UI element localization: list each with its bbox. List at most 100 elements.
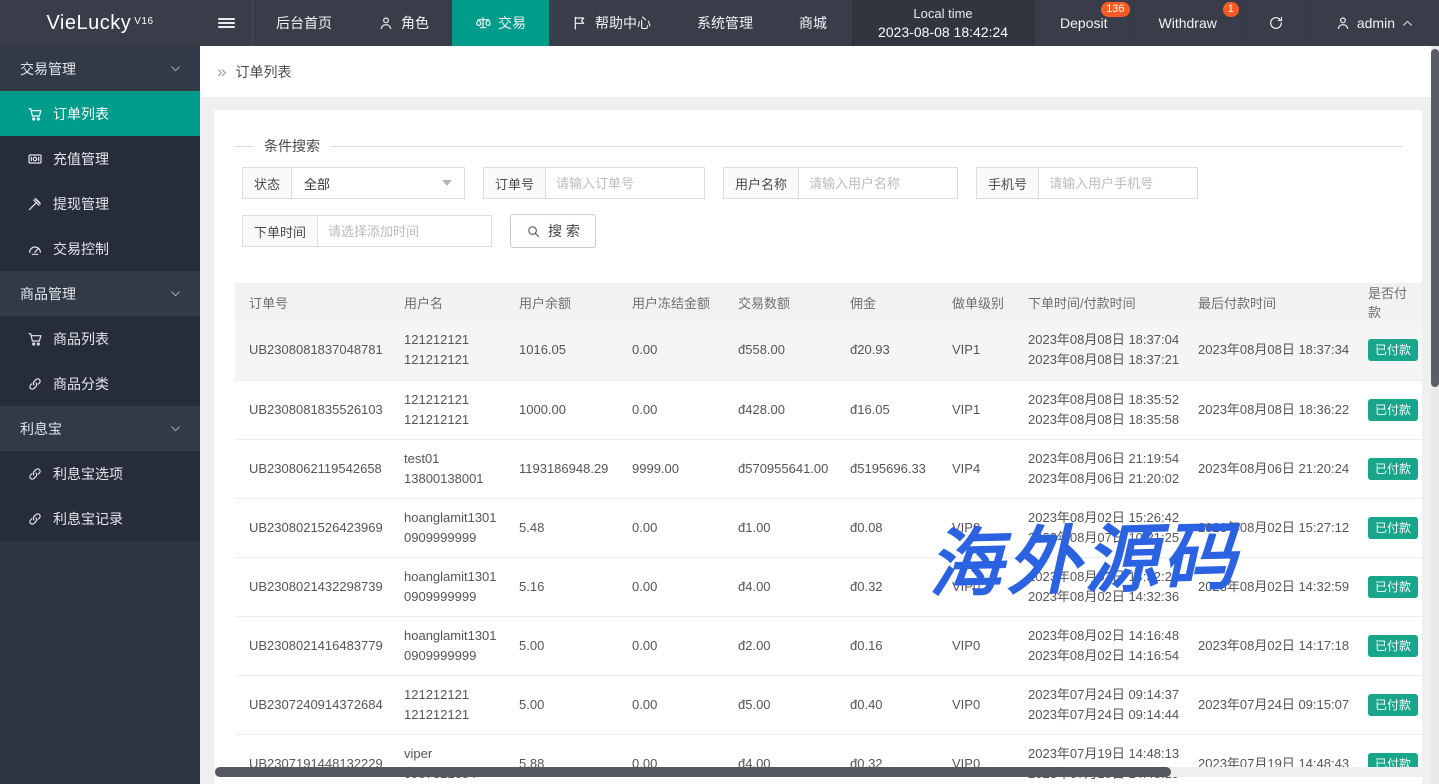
chevron-up-icon <box>1401 17 1414 30</box>
nav-item-label: 系统管理 <box>697 13 753 33</box>
cell-username: hoanglamit1301 0909999999 <box>390 616 505 675</box>
sidebar-item[interactable]: 提现管理 <box>0 181 200 226</box>
cell-frozen: 0.00 <box>618 498 724 557</box>
sidebar-item[interactable]: 商品管理 <box>0 271 200 316</box>
sidebar-item[interactable]: 商品分类 <box>0 361 200 406</box>
table-row: UB2308021416483779 hoanglamit1301 090999… <box>235 616 1422 675</box>
sidebar-item-icon <box>27 376 43 392</box>
table-body: UB2308081837048781 121212121 121212121 1… <box>235 321 1422 784</box>
cell-amount: đ558.00 <box>724 321 836 380</box>
withdraw-button[interactable]: Withdraw 1 <box>1133 0 1242 46</box>
cell-commission: đ0.40 <box>836 675 938 734</box>
horizontal-scrollbar-thumb[interactable] <box>215 767 1171 777</box>
status-selected-value: 全部 <box>304 174 330 193</box>
deposit-label: Deposit <box>1060 15 1107 31</box>
cell-vip-level: VIP0 <box>938 498 1014 557</box>
cell-order-no: UB2308062119542658 <box>235 439 390 498</box>
cell-vip-level: VIP1 <box>938 321 1014 380</box>
pay-time-line: 2023年08月08日 18:37:21 <box>1028 350 1180 370</box>
cell-pay-status: 已付款 <box>1354 675 1422 734</box>
table-row: UB2308021432298739 hoanglamit1301 090999… <box>235 557 1422 616</box>
cell-username: 121212121 121212121 <box>390 321 505 380</box>
table-column-header: 下单时间/付款时间 <box>1014 283 1184 321</box>
cell-order-no: UB2308081837048781 <box>235 321 390 380</box>
sidebar: 交易管理 订单列表 充值管理 提现管理 <box>0 46 200 784</box>
cell-order-pay-time: 2023年08月08日 18:35:52 2023年08月08日 18:35:5… <box>1014 380 1184 439</box>
top-nav-item[interactable]: 交易 <box>452 0 549 46</box>
username-line1: hoanglamit1301 <box>404 626 501 646</box>
app-logo-version: V16 <box>134 16 153 27</box>
orders-table: 订单号用户名用户余额用户冻结金额交易数额佣金做单级别下单时间/付款时间最后付款时… <box>235 283 1422 784</box>
chevron-down-icon <box>169 62 182 75</box>
sidebar-item[interactable]: 交易管理 <box>0 46 200 91</box>
deposit-button[interactable]: Deposit 136 <box>1034 0 1132 46</box>
username-input[interactable] <box>798 167 958 199</box>
username-line1: test01 <box>404 449 501 469</box>
order-time-line: 2023年08月08日 18:37:04 <box>1028 330 1180 350</box>
cell-vip-level: VIP0 <box>938 557 1014 616</box>
sidebar-toggle-button[interactable] <box>200 0 253 46</box>
cell-pay-status: 已付款 <box>1354 321 1422 380</box>
cell-last-pay-time: 2023年08月08日 18:37:34 <box>1184 321 1354 380</box>
table-column-header: 交易数额 <box>724 283 836 321</box>
phone-filter-group: 手机号 <box>976 167 1198 199</box>
sidebar-item[interactable]: 充值管理 <box>0 136 200 181</box>
sidebar-item-icon <box>27 106 43 122</box>
status-label: 状态 <box>242 167 291 199</box>
username-line2: 0909999999 <box>404 587 501 607</box>
sidebar-item[interactable]: 利息宝选项 <box>0 451 200 496</box>
order-time-filter-group: 下单时间 <box>242 215 492 247</box>
top-nav-item[interactable]: 后台首页 <box>253 0 355 46</box>
paid-status-badge: 已付款 <box>1368 339 1418 361</box>
search-button-label: 搜 索 <box>548 221 580 241</box>
username-filter-group: 用户名称 <box>723 167 958 199</box>
username-line1: hoanglamit1301 <box>404 508 501 528</box>
cell-order-pay-time: 2023年08月08日 18:37:04 2023年08月08日 18:37:2… <box>1014 321 1184 380</box>
sidebar-item[interactable]: 订单列表 <box>0 91 200 136</box>
table-row: UB2308081837048781 121212121 121212121 1… <box>235 321 1422 380</box>
top-nav-item[interactable]: 帮助中心 <box>549 0 674 46</box>
cell-username: hoanglamit1301 0909999999 <box>390 498 505 557</box>
paid-status-badge: 已付款 <box>1368 576 1418 598</box>
horizontal-scrollbar[interactable] <box>214 767 1431 777</box>
cell-order-pay-time: 2023年07月24日 09:14:37 2023年07月24日 09:14:4… <box>1014 675 1184 734</box>
pay-time-line: 2023年07月24日 09:14:44 <box>1028 705 1180 725</box>
sidebar-item[interactable]: 利息宝 <box>0 406 200 451</box>
order-time-input[interactable] <box>317 215 492 247</box>
top-nav-item[interactable]: 商城 <box>776 0 850 46</box>
top-nav-item[interactable]: 角色 <box>355 0 452 46</box>
table-column-header: 做单级别 <box>938 283 1014 321</box>
hamburger-icon <box>218 16 235 30</box>
refresh-button[interactable] <box>1242 0 1309 46</box>
top-nav-item[interactable]: 系统管理 <box>674 0 776 46</box>
username-line1: viper <box>404 744 501 764</box>
status-select[interactable]: 全部 <box>291 167 465 199</box>
search-button[interactable]: 搜 索 <box>510 214 596 248</box>
username-line1: hoanglamit1301 <box>404 567 501 587</box>
cell-order-pay-time: 2023年08月06日 21:19:54 2023年08月06日 21:20:0… <box>1014 439 1184 498</box>
order-time-line: 2023年07月24日 09:14:37 <box>1028 685 1180 705</box>
table-row: UB2308081835526103 121212121 121212121 1… <box>235 380 1422 439</box>
cell-frozen: 0.00 <box>618 557 724 616</box>
sidebar-item-icon <box>27 151 43 167</box>
paid-status-badge: 已付款 <box>1368 694 1418 716</box>
order-time-label: 下单时间 <box>242 215 317 247</box>
user-menu-button[interactable]: admin <box>1309 0 1439 46</box>
vertical-scrollbar-thumb[interactable] <box>1431 49 1439 387</box>
cell-last-pay-time: 2023年08月02日 14:32:59 <box>1184 557 1354 616</box>
cell-frozen: 9999.00 <box>618 439 724 498</box>
sidebar-item[interactable]: 利息宝记录 <box>0 496 200 541</box>
sidebar-item-label: 商品列表 <box>53 329 109 349</box>
order-no-filter-group: 订单号 <box>483 167 705 199</box>
cell-order-pay-time: 2023年08月02日 14:16:48 2023年08月02日 14:16:5… <box>1014 616 1184 675</box>
username-line2: 13800138001 <box>404 469 501 489</box>
order-no-input[interactable] <box>545 167 705 199</box>
sidebar-item[interactable]: 商品列表 <box>0 316 200 361</box>
cell-balance: 5.16 <box>505 557 618 616</box>
phone-input[interactable] <box>1038 167 1198 199</box>
cell-balance: 5.48 <box>505 498 618 557</box>
table-row: UB2307240914372684 121212121 121212121 5… <box>235 675 1422 734</box>
vertical-scrollbar[interactable] <box>1431 46 1439 784</box>
sidebar-item[interactable]: 交易控制 <box>0 226 200 271</box>
sidebar-item-label: 提现管理 <box>53 194 109 214</box>
